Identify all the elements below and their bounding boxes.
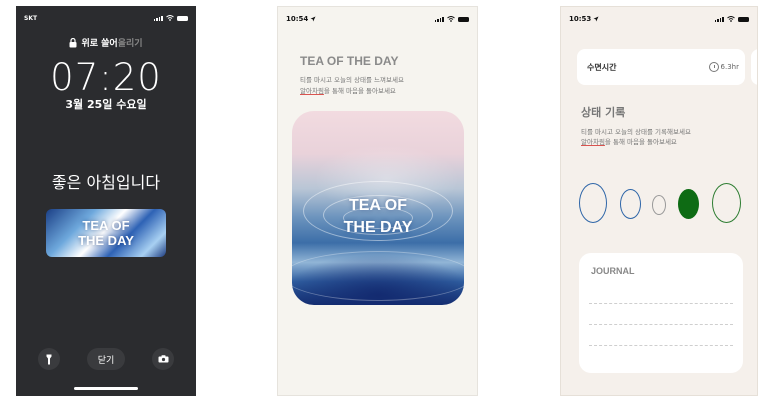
carrier-label: SKT bbox=[24, 14, 38, 22]
signal-icon bbox=[714, 16, 724, 22]
tea-of-the-day-phone: 10:54 TEA OF THE DAY 티를 마시고 오늘의 상태를 느껴보세… bbox=[277, 6, 478, 396]
journal-card[interactable]: JOURNAL bbox=[579, 253, 743, 373]
status-time: 10:53 bbox=[569, 15, 592, 23]
lock-date: 3월 25일 수요일 bbox=[65, 98, 147, 111]
flashlight-button[interactable] bbox=[38, 348, 60, 370]
wifi-icon bbox=[727, 16, 735, 22]
card-line1: TEA OF bbox=[348, 197, 408, 214]
greeting-text: 좋은 아침입니다 bbox=[51, 173, 161, 192]
status-record-phone: 10:53 수면시간 6.3hr 상태 기록 티를 마시고 오늘의 상태를 기록… bbox=[560, 6, 758, 396]
tea-widget[interactable]: TEA OF THE DAY bbox=[46, 209, 166, 257]
journal-title: JOURNAL bbox=[591, 266, 635, 276]
widget-line2: THE DAY bbox=[78, 233, 134, 248]
mood-very-bad[interactable] bbox=[579, 183, 607, 223]
lockscreen-phone: SKT 위로 쓸어올리기 07:20 3월 25일 수요일 좋은 아침입니다 T… bbox=[16, 6, 196, 396]
camera-button[interactable] bbox=[152, 348, 174, 370]
next-card-peek[interactable] bbox=[751, 49, 757, 85]
battery-icon bbox=[738, 16, 749, 22]
subtitle-underlined-word: 알아차림 bbox=[581, 138, 605, 146]
subtitle-line2-rest: 을 통해 마음을 돌아보세요 bbox=[604, 138, 677, 146]
wifi-icon bbox=[166, 15, 174, 21]
home-indicator[interactable] bbox=[74, 387, 138, 390]
sleep-time-card[interactable]: 수면시간 6.3hr bbox=[577, 49, 745, 85]
subtitle-line1: 티를 마시고 오늘의 상태를 기록해보세요 bbox=[581, 128, 691, 136]
lock-time: 07:20 bbox=[50, 56, 162, 99]
location-arrow-icon bbox=[310, 16, 316, 22]
flashlight-icon bbox=[46, 354, 52, 364]
subtitle-line1: 티를 마시고 오늘의 상태를 느껴보세요 bbox=[300, 76, 404, 84]
signal-icon bbox=[434, 16, 444, 22]
signal-icon bbox=[153, 15, 163, 21]
mood-very-good[interactable] bbox=[712, 183, 741, 223]
subtitle-line2-rest: 을 통해 마음을 돌아보세요 bbox=[323, 87, 396, 95]
mood-good[interactable] bbox=[678, 189, 699, 219]
widget-line1: TEA OF bbox=[82, 218, 130, 233]
status-bar: 10:53 bbox=[561, 7, 757, 31]
journal-line bbox=[589, 345, 733, 346]
water-ripple bbox=[292, 251, 464, 301]
battery-icon bbox=[458, 16, 469, 22]
journal-line bbox=[589, 303, 733, 304]
tea-card[interactable]: TEA OF THE DAY bbox=[292, 111, 464, 305]
page-title: TEA OF THE DAY bbox=[300, 54, 399, 68]
section-title: 상태 기록 bbox=[581, 106, 626, 119]
close-button[interactable]: 닫기 bbox=[87, 348, 125, 370]
status-bar: SKT bbox=[16, 6, 196, 30]
wifi-icon bbox=[447, 16, 455, 22]
sleep-time-value: 6.3hr bbox=[720, 63, 739, 71]
clock-icon bbox=[708, 62, 719, 72]
mood-neutral[interactable] bbox=[652, 195, 666, 215]
subtitle-line2: 알아차림을 통해 마음을 돌아보세요 bbox=[300, 85, 396, 95]
subtitle-line2: 알아차림을 통해 마음을 돌아보세요 bbox=[581, 136, 677, 146]
sleep-time-label: 수면시간 bbox=[587, 62, 617, 72]
mood-bad[interactable] bbox=[620, 189, 641, 219]
status-bar: 10:54 bbox=[278, 7, 477, 31]
unlock-hint-text: 위로 쓸어 bbox=[81, 39, 118, 49]
battery-icon bbox=[177, 15, 188, 21]
unlock-hint: 위로 쓸어올리기 bbox=[16, 36, 196, 49]
location-arrow-icon bbox=[593, 16, 599, 22]
subtitle-underlined-word: 알아차림 bbox=[300, 87, 324, 95]
lock-icon bbox=[69, 37, 77, 47]
unlock-hint-dim: 올리기 bbox=[117, 39, 143, 49]
status-time: 10:54 bbox=[286, 15, 309, 23]
camera-icon bbox=[158, 355, 168, 363]
journal-line bbox=[589, 324, 733, 325]
card-line2: THE DAY bbox=[343, 219, 413, 236]
